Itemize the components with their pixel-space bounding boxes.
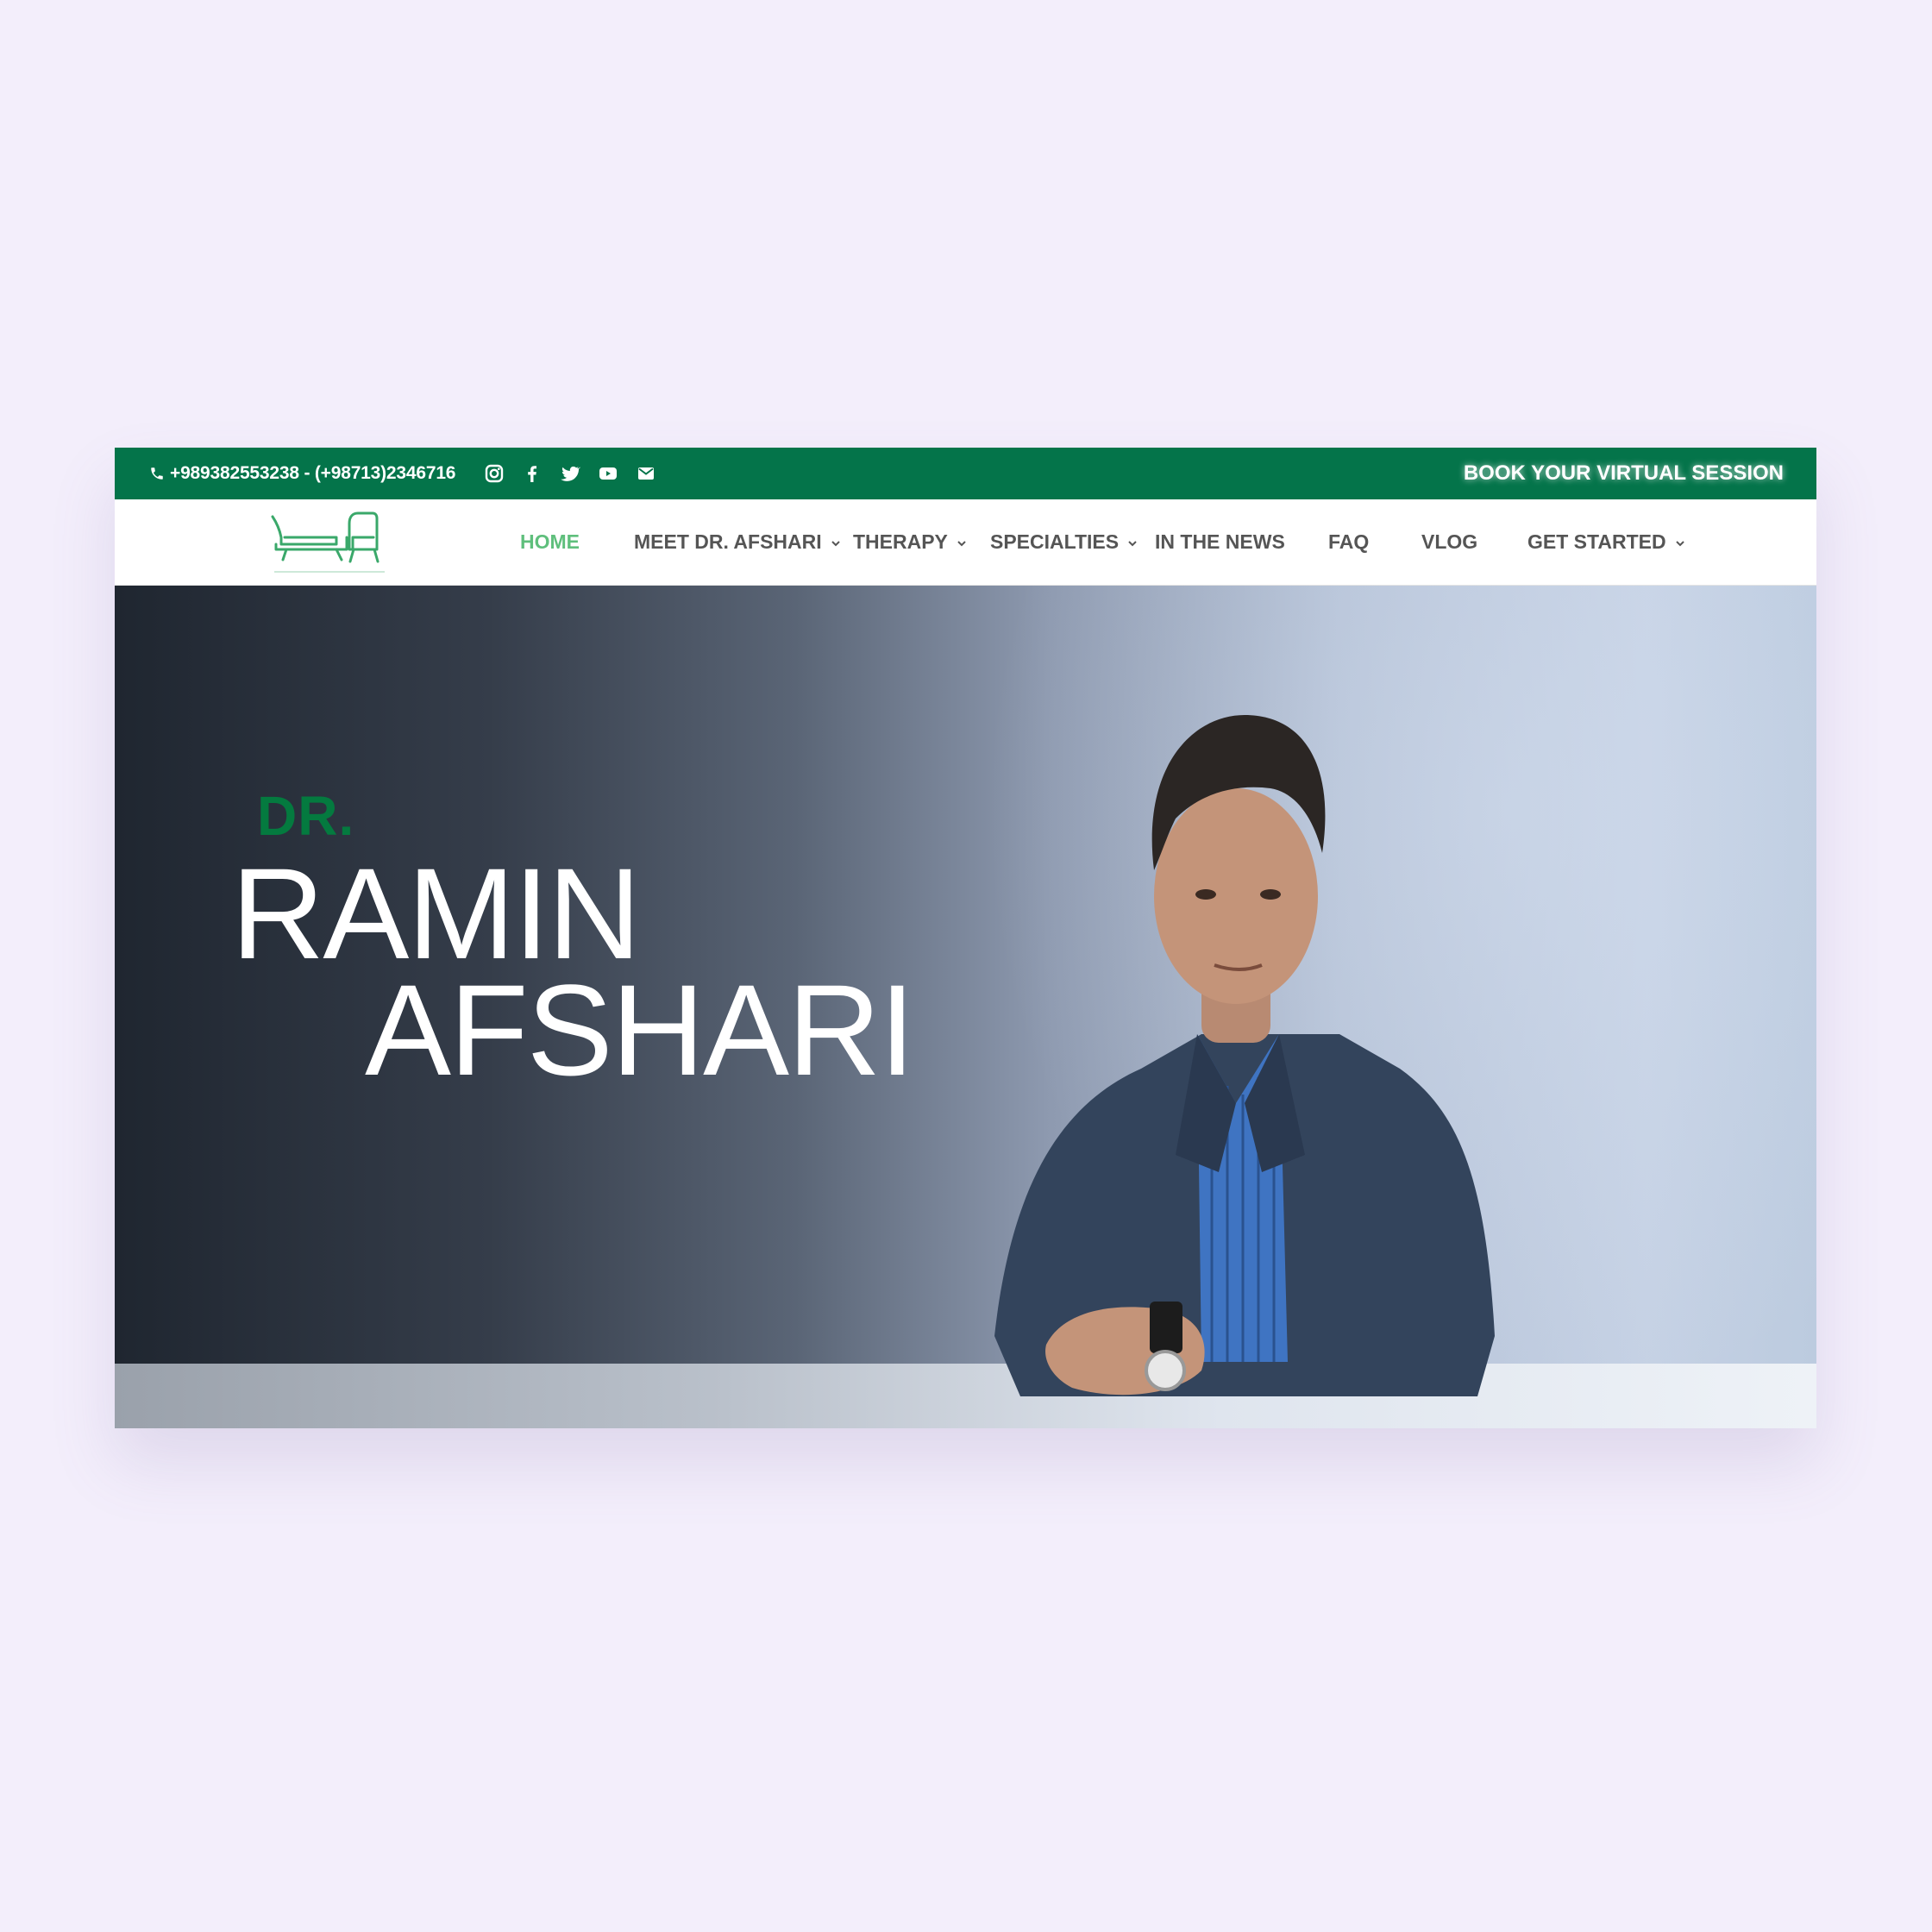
hero-banner: DR. RAMIN AFSHARI bbox=[115, 586, 1816, 1428]
chevron-down-icon bbox=[1675, 541, 1684, 547]
portrait-watch-strap bbox=[1150, 1302, 1182, 1353]
nav-news-label: IN THE NEWS bbox=[1155, 530, 1285, 553]
chevron-down-icon bbox=[957, 541, 966, 547]
nav-get-started[interactable]: GET STARTED bbox=[1527, 499, 1685, 585]
nav-specialties-label: SPECIALTIES bbox=[990, 530, 1120, 553]
portrait-photo bbox=[994, 715, 1495, 1396]
main-navigation: HOME MEET DR. AFSHARI THERAPY SPECIALTIE… bbox=[115, 499, 1816, 586]
nav-specialties[interactable]: SPECIALTIES bbox=[990, 499, 1138, 585]
nav-meet-label: MEET DR. AFSHARI bbox=[634, 530, 822, 553]
chevron-down-icon bbox=[831, 541, 840, 547]
top-contact-bar: +989382553238 - (+98713)2346716 BOOK YOU… bbox=[115, 448, 1816, 499]
nav-home[interactable]: HOME bbox=[520, 499, 580, 585]
nav-faq[interactable]: FAQ bbox=[1328, 499, 1369, 585]
nav-vlog[interactable]: VLOG bbox=[1421, 499, 1477, 585]
phone-contact[interactable]: +989382553238 - (+98713)2346716 bbox=[149, 448, 455, 499]
portrait-eye-right bbox=[1260, 889, 1281, 900]
nav-therapy[interactable]: THERAPY bbox=[853, 499, 967, 585]
couch-chair-logo[interactable] bbox=[267, 506, 388, 575]
facebook-icon[interactable] bbox=[522, 463, 543, 484]
book-session-button[interactable]: BOOK YOUR VIRTUAL SESSION bbox=[1464, 448, 1784, 499]
portrait-face bbox=[1154, 788, 1318, 1004]
nav-faq-label: FAQ bbox=[1328, 530, 1370, 553]
phone-numbers: +989382553238 - (+98713)2346716 bbox=[170, 463, 456, 483]
nav-home-label: HOME bbox=[520, 530, 580, 553]
portrait-watch-face bbox=[1145, 1350, 1186, 1391]
youtube-icon[interactable] bbox=[598, 463, 618, 484]
portrait-eye-left bbox=[1195, 889, 1216, 900]
hero-title-prefix: DR. bbox=[257, 785, 355, 847]
nav-get-started-label: GET STARTED bbox=[1527, 530, 1666, 553]
twitter-icon[interactable] bbox=[560, 463, 580, 484]
hero-last-name: AFSHARI bbox=[365, 957, 915, 1102]
chevron-down-icon bbox=[1128, 541, 1137, 547]
instagram-icon[interactable] bbox=[484, 463, 505, 484]
nav-meet-dr-afshari[interactable]: MEET DR. AFSHARI bbox=[634, 499, 841, 585]
social-links bbox=[484, 448, 656, 499]
mail-icon[interactable] bbox=[636, 463, 656, 484]
nav-in-the-news[interactable]: IN THE NEWS bbox=[1155, 499, 1285, 585]
website-frame: +989382553238 - (+98713)2346716 BOOK YOU… bbox=[115, 448, 1816, 1428]
phone-icon bbox=[151, 467, 163, 480]
nav-vlog-label: VLOG bbox=[1421, 530, 1478, 553]
nav-therapy-label: THERAPY bbox=[853, 530, 948, 553]
